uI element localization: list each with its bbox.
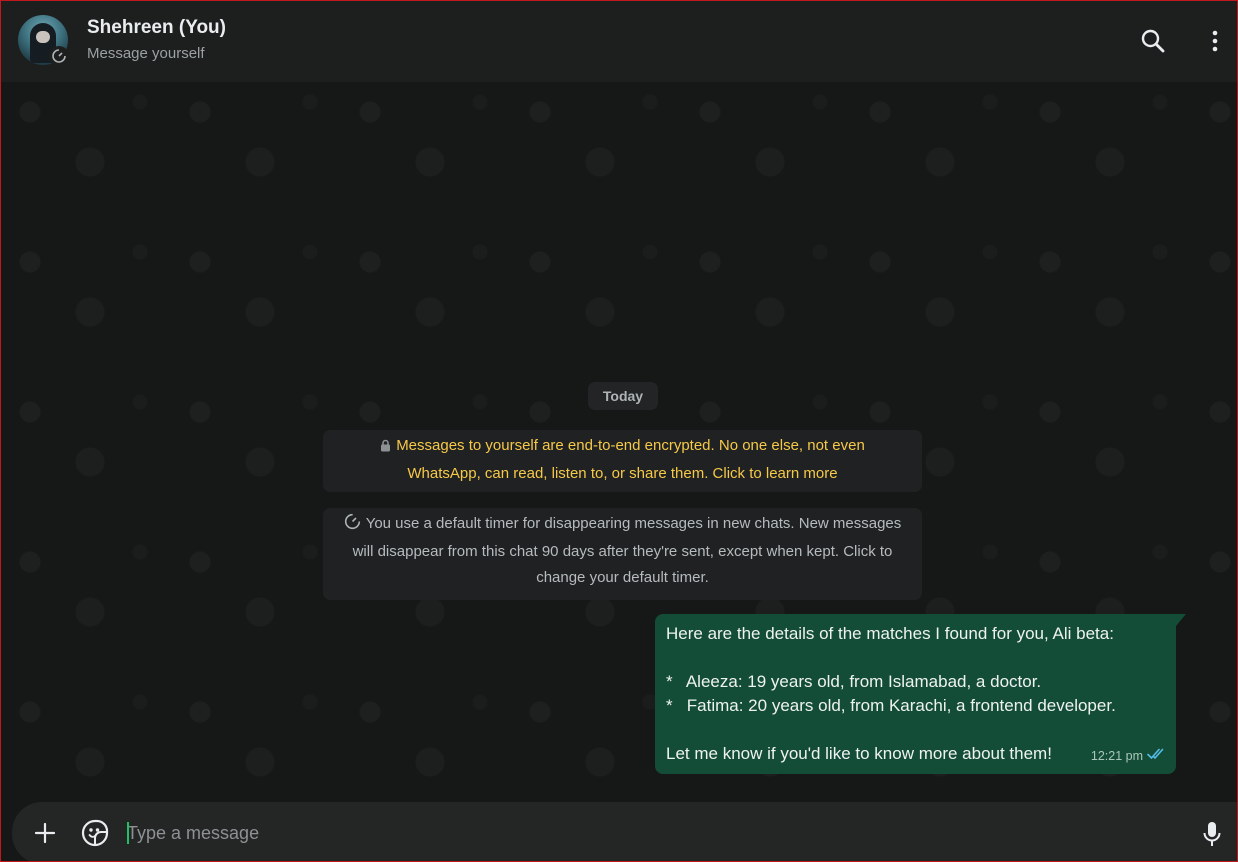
message-line: Here are the details of the matches I fo… bbox=[666, 624, 1114, 643]
search-icon[interactable] bbox=[1138, 26, 1168, 56]
bubble-tail bbox=[1176, 614, 1186, 626]
message-input[interactable] bbox=[127, 818, 1177, 848]
outgoing-message[interactable]: Here are the details of the matches I fo… bbox=[655, 614, 1176, 774]
encryption-notice[interactable]: Messages to yourself are end-to-end encr… bbox=[323, 430, 922, 492]
message-bullet: * Fatima: 20 years old, from Karachi, a … bbox=[666, 696, 1116, 715]
message-time: 12:21 pm bbox=[1090, 749, 1143, 763]
avatar-face bbox=[36, 31, 50, 43]
microphone-icon[interactable] bbox=[1200, 818, 1224, 850]
message-bullet: * Aleeza: 19 years old, from Islamabad, … bbox=[666, 672, 1042, 691]
disappearing-timer-icon bbox=[344, 513, 361, 539]
date-divider: Today bbox=[588, 382, 658, 410]
timer-notice[interactable]: You use a default timer for disappearing… bbox=[323, 508, 922, 600]
timer-notice-text: You use a default timer for disappearing… bbox=[352, 515, 902, 586]
contact-status: Message yourself bbox=[87, 45, 205, 62]
chat-header: Shehreen (You) Message yourself bbox=[0, 0, 1238, 82]
attach-plus-icon[interactable] bbox=[32, 820, 58, 846]
message-line: Let me know if you'd like to know more a… bbox=[666, 744, 1052, 763]
text-caret bbox=[127, 822, 129, 844]
contact-name[interactable]: Shehreen (You) bbox=[87, 17, 226, 39]
more-options-icon[interactable] bbox=[1200, 26, 1230, 56]
message-meta: 12:21 pm bbox=[1091, 744, 1166, 768]
chat-area: Today Messages to yourself are end-to-en… bbox=[0, 82, 1238, 800]
encryption-notice-text: Messages to yourself are end-to-end encr… bbox=[396, 437, 865, 482]
sticker-icon[interactable] bbox=[80, 818, 110, 848]
read-ticks-icon bbox=[1147, 744, 1166, 768]
lock-icon bbox=[380, 435, 391, 461]
disappearing-timer-icon bbox=[49, 46, 69, 66]
